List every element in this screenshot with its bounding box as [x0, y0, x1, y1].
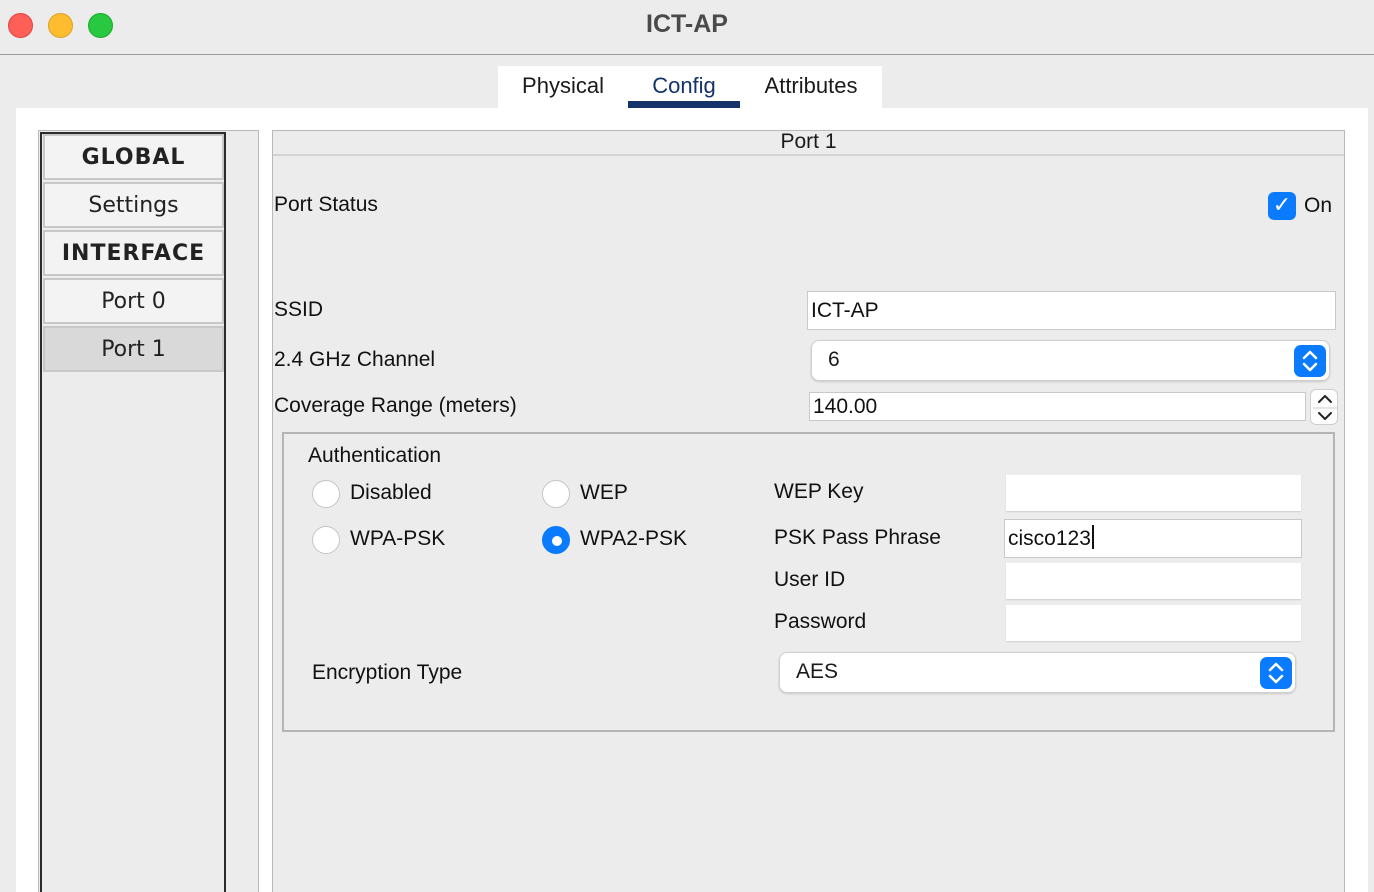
wep-key-input[interactable]	[1006, 475, 1301, 511]
coverage-label: Coverage Range (meters)	[274, 394, 517, 417]
channel-select[interactable]: 6	[811, 340, 1330, 381]
radio-disabled[interactable]	[312, 480, 340, 508]
port-status-checkbox[interactable]: ✓	[1268, 192, 1296, 220]
radio-wep-label[interactable]: WEP	[580, 481, 628, 505]
tab-config[interactable]: Config	[628, 66, 740, 108]
chevron-up-down-icon[interactable]	[1260, 657, 1292, 689]
wep-key-label: WEP Key	[774, 480, 864, 503]
coverage-input[interactable]	[809, 392, 1306, 421]
password-label: Password	[774, 610, 867, 633]
tab-bar: Physical Config Attributes	[498, 66, 882, 108]
channel-label: 2.4 GHz Channel	[274, 348, 436, 371]
checkmark-icon: ✓	[1272, 193, 1292, 218]
sidebar-item-port-1[interactable]: Port 1	[43, 326, 224, 372]
psk-pass-phrase-label: PSK Pass Phrase	[774, 526, 941, 549]
radio-wpa-psk[interactable]	[312, 526, 340, 554]
radio-wep[interactable]	[542, 480, 570, 508]
coverage-stepper[interactable]	[1310, 389, 1338, 425]
channel-select-value: 6	[828, 348, 840, 371]
port-status-label: Port Status	[274, 193, 378, 216]
psk-pass-phrase-input[interactable]: cisco123	[1004, 519, 1302, 558]
radio-wpa-psk-label[interactable]: WPA-PSK	[350, 527, 445, 551]
panel-title: Port 1	[273, 131, 1344, 156]
password-input[interactable]	[1006, 605, 1301, 641]
user-id-input[interactable]	[1006, 563, 1301, 599]
user-id-label: User ID	[774, 568, 846, 591]
psk-pass-phrase-value: cisco123	[1008, 527, 1091, 550]
text-caret	[1091, 525, 1094, 549]
radio-wpa2-psk[interactable]	[542, 526, 570, 554]
chevron-up-down-icon[interactable]	[1294, 345, 1326, 377]
encryption-type-select[interactable]: AES	[779, 652, 1296, 693]
encryption-type-label: Encryption Type	[312, 661, 463, 684]
ssid-label: SSID	[274, 298, 324, 321]
sidebar-header-interface[interactable]: INTERFACE	[43, 230, 224, 276]
sidebar-item-port-0[interactable]: Port 0	[43, 278, 224, 324]
tab-attributes[interactable]: Attributes	[750, 66, 872, 108]
sidebar-header-global[interactable]: GLOBAL	[43, 134, 224, 180]
port-status-on-label: On	[1304, 194, 1333, 217]
tab-physical[interactable]: Physical	[498, 66, 628, 108]
radio-disabled-label[interactable]: Disabled	[350, 481, 432, 505]
ssid-input[interactable]	[807, 291, 1336, 330]
authentication-label: Authentication	[308, 444, 442, 467]
radio-wpa2-psk-label[interactable]: WPA2-PSK	[580, 527, 687, 551]
sidebar-item-settings[interactable]: Settings	[43, 182, 224, 228]
encryption-type-value: AES	[796, 660, 839, 683]
window-title: ICT-AP	[646, 10, 728, 38]
